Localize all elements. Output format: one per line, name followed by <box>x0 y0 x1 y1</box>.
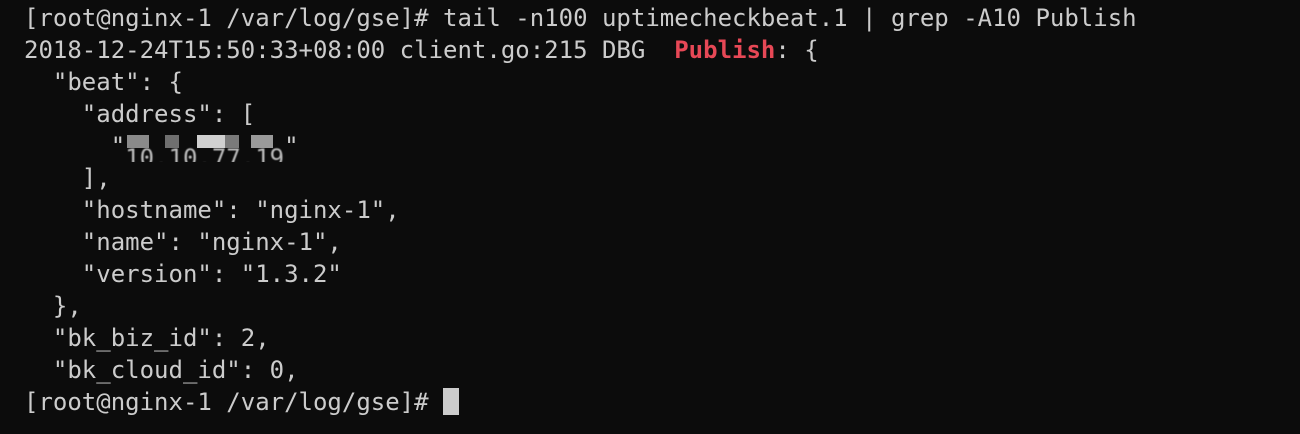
json-line-redacted-address: "10.10.77.19 " <box>24 130 1300 162</box>
closing-quote: " <box>284 132 299 160</box>
json-line: "version": "1.3.2" <box>24 260 342 288</box>
log-line: 2018-12-24T15:50:33+08:00 client.go:215 … <box>24 34 1300 66</box>
json-line: "name": "nginx-1", <box>24 228 342 256</box>
redaction-block <box>225 135 240 148</box>
redaction-block <box>251 135 274 148</box>
terminal-window[interactable]: [root@nginx-1 /var/log/gse]# tail -n100 … <box>0 0 1300 434</box>
json-line: "beat": { <box>24 68 183 96</box>
redaction-block <box>197 135 226 148</box>
json-line: "hostname": "nginx-1", <box>24 196 400 224</box>
json-line: "bk_cloud_id": 0, <box>24 356 299 384</box>
shell-prompt: [root@nginx-1 /var/log/gse]# <box>24 388 444 416</box>
text-cursor[interactable] <box>443 388 460 415</box>
json-line: }, <box>24 292 82 320</box>
shell-prompt: [root@nginx-1 /var/log/gse]# <box>24 4 444 32</box>
grep-match-highlight: Publish <box>674 36 776 64</box>
redaction-block <box>127 135 150 148</box>
json-line: "address": [ <box>24 100 256 128</box>
command-text: tail -n100 uptimecheckbeat.1 | grep -A10… <box>443 4 1137 32</box>
log-suffix: : { <box>775 36 819 64</box>
json-line: "bk_biz_id": 2, <box>24 324 270 352</box>
log-prefix: 2018-12-24T15:50:33+08:00 client.go:215 … <box>24 36 675 64</box>
current-prompt-line[interactable]: [root@nginx-1 /var/log/gse]# <box>24 386 1300 418</box>
redacted-ip-address: 10.10.77.19 <box>125 130 284 162</box>
json-line-indent: " <box>24 132 126 160</box>
command-line: [root@nginx-1 /var/log/gse]# tail -n100 … <box>24 2 1300 34</box>
json-line: ], <box>24 164 111 192</box>
redaction-block <box>165 135 180 148</box>
